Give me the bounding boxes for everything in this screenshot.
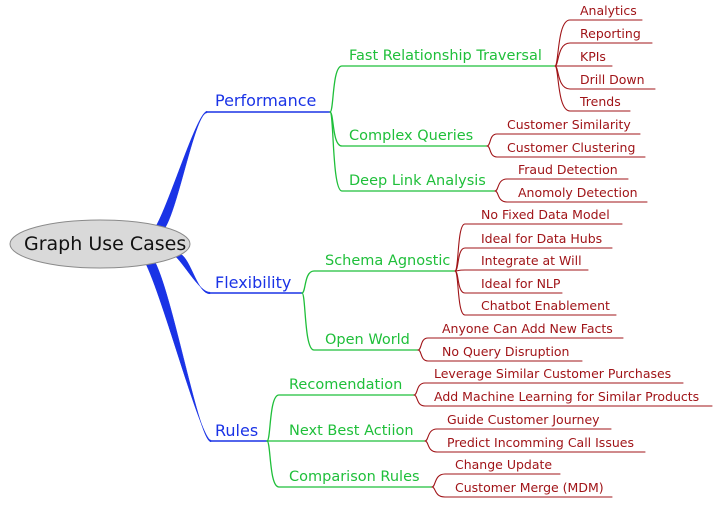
- leaf-no-query-disruption[interactable]: No Query Disruption: [442, 345, 569, 359]
- leaf-fraud-detection[interactable]: Fraud Detection: [518, 163, 618, 177]
- topic-complex-queries[interactable]: Complex Queries: [349, 129, 473, 144]
- leaf-integrate-at-will[interactable]: Integrate at Will: [481, 254, 582, 268]
- leaf-no-fixed-data-model[interactable]: No Fixed Data Model: [481, 208, 610, 222]
- branch-rules[interactable]: Rules: [215, 423, 258, 439]
- topic-deep-link-analysis[interactable]: Deep Link Analysis: [349, 174, 486, 189]
- leaf-change-update[interactable]: Change Update: [455, 458, 552, 472]
- connector-flexibility: [173, 254, 211, 295]
- leaf-customer-clustering[interactable]: Customer Clustering: [507, 141, 635, 155]
- branch-flexibility[interactable]: Flexibility: [215, 275, 291, 291]
- connector-leaf-schema-2: [454, 269, 589, 272]
- connector-rules: [144, 261, 212, 443]
- leaf-ideal-for-data-hubs[interactable]: Ideal for Data Hubs: [481, 232, 602, 246]
- topic-schema-agnostic[interactable]: Schema Agnostic: [325, 254, 450, 269]
- connector-performance: [154, 110, 208, 229]
- leaf-guide-customer-journey[interactable]: Guide Customer Journey: [447, 413, 600, 427]
- leaf-add-machine-learning[interactable]: Add Machine Learning for Similar Product…: [434, 390, 699, 404]
- topic-comparison-rules[interactable]: Comparison Rules: [289, 470, 420, 485]
- leaf-leverage-similar-customer-purchases[interactable]: Leverage Similar Customer Purchases: [434, 367, 671, 381]
- leaf-drill-down[interactable]: Drill Down: [580, 73, 645, 87]
- leaf-anomoly-detection[interactable]: Anomoly Detection: [518, 186, 638, 200]
- connector-schema-agnostic: [301, 270, 456, 294]
- leaf-kpis[interactable]: KPIs: [580, 50, 606, 64]
- root-node-label: Graph Use Cases: [24, 233, 187, 255]
- leaf-chatbot-enablement[interactable]: Chatbot Enablement: [481, 299, 610, 313]
- leaf-analytics[interactable]: Analytics: [580, 4, 637, 18]
- topic-open-world[interactable]: Open World: [325, 333, 410, 348]
- topic-recomendation[interactable]: Recomendation: [289, 378, 402, 393]
- topic-next-best-actiion[interactable]: Next Best Actiion: [289, 424, 414, 439]
- leaf-customer-similarity[interactable]: Customer Similarity: [507, 118, 631, 132]
- leaf-ideal-for-nlp[interactable]: Ideal for NLP: [481, 277, 560, 291]
- leaf-reporting[interactable]: Reporting: [580, 27, 641, 41]
- leaf-trends[interactable]: Trends: [580, 95, 621, 109]
- branch-performance[interactable]: Performance: [215, 93, 316, 109]
- topic-fast-relationship-traversal[interactable]: Fast Relationship Traversal: [349, 49, 542, 64]
- leaf-anyone-can-add-new-facts[interactable]: Anyone Can Add New Facts: [442, 322, 613, 336]
- leaf-customer-merge-mdm[interactable]: Customer Merge (MDM): [455, 481, 604, 495]
- connector-fast-relationship-traversal: [329, 65, 556, 113]
- leaf-predict-incomming-call-issues[interactable]: Predict Incomming Call Issues: [447, 436, 634, 450]
